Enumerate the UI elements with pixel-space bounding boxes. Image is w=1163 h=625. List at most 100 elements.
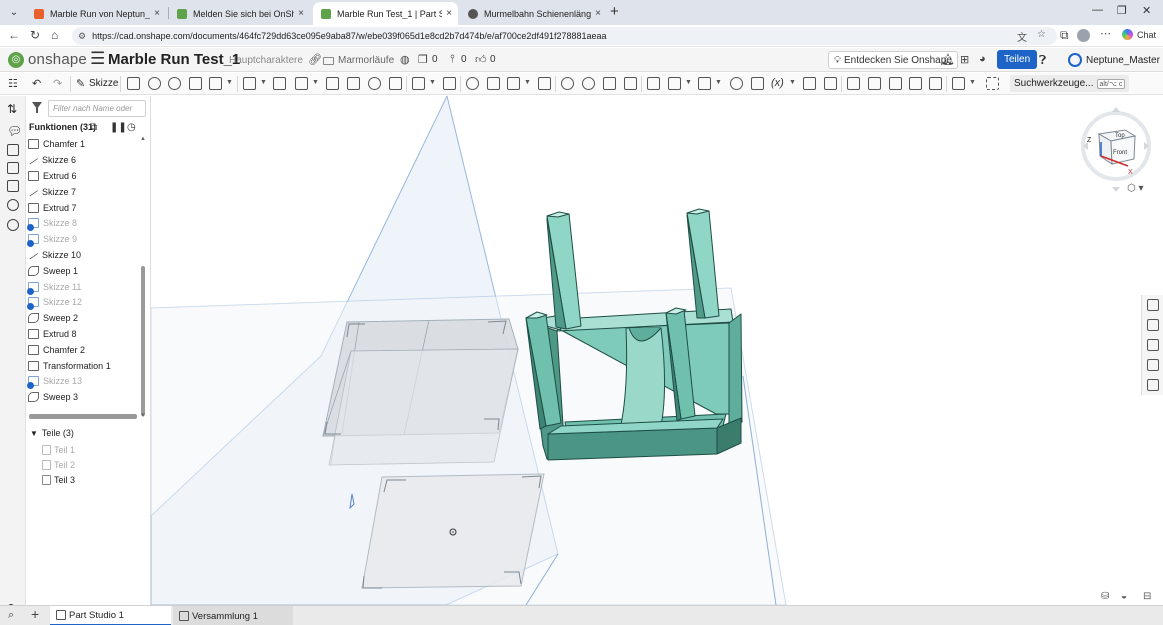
- scroll-down-icon[interactable]: ▼: [140, 413, 146, 419]
- tag-icon[interactable]: [824, 77, 837, 90]
- onshape-logo[interactable]: ◎ onshape: [8, 51, 87, 68]
- tab-search-icon[interactable]: ⌄: [5, 4, 23, 21]
- 3d-scene[interactable]: [151, 96, 1163, 605]
- feature-item[interactable]: Sweep 3: [28, 390, 78, 405]
- tab-part-studio-1[interactable]: Part Studio 1: [50, 606, 171, 625]
- browser-profile-avatar[interactable]: [1077, 29, 1090, 42]
- feature-tree-icon[interactable]: ⇅: [7, 103, 19, 116]
- transform-icon[interactable]: [507, 77, 520, 90]
- appearance-icon[interactable]: [1147, 299, 1159, 311]
- split-icon[interactable]: [487, 77, 500, 90]
- feature-list-scrollbar[interactable]: ▲ ▼: [140, 136, 146, 421]
- mass-properties-icon[interactable]: [1147, 319, 1159, 331]
- named-views-icon[interactable]: [1147, 379, 1159, 391]
- part-item[interactable]: Teil 1: [42, 442, 75, 457]
- extrude-icon[interactable]: [127, 77, 140, 90]
- draft-icon[interactable]: [295, 77, 308, 90]
- site-info-icon[interactable]: ⚙: [78, 31, 86, 42]
- sketch-button[interactable]: Skizze: [89, 78, 118, 89]
- help-icon[interactable]: ❓︎: [1039, 53, 1046, 68]
- plane-icon[interactable]: [561, 77, 574, 90]
- branch-icon[interactable]: ⫯: [450, 53, 455, 66]
- workspace-name[interactable]: Hauptcharaktere: [229, 55, 303, 66]
- feature-item[interactable]: Skizze 7: [27, 184, 76, 199]
- feature-item[interactable]: Extrud 7: [28, 200, 77, 215]
- zoom-search-icon[interactable]: [7, 219, 19, 231]
- browser-tab-login[interactable]: Melden Sie sich bei OnShape an ×: [169, 2, 310, 25]
- configurations-icon[interactable]: [1147, 339, 1159, 351]
- bom-icon[interactable]: [7, 180, 19, 192]
- feature-item[interactable]: Sweep 2: [28, 311, 78, 326]
- feature-item[interactable]: Chamfer 1: [28, 137, 85, 152]
- sweep-icon[interactable]: [168, 77, 181, 90]
- feature-item[interactable]: Sweep 1: [28, 263, 78, 278]
- tab-versammlung-1[interactable]: Versammlung 1: [173, 606, 293, 625]
- like-icon[interactable]: 👍︎: [475, 53, 487, 66]
- chevron-down-icon[interactable]: ▼: [685, 79, 692, 86]
- browser-tab-marble-run[interactable]: Marble Run von Neptun_Master | ... ×: [26, 2, 166, 25]
- chevron-down-icon[interactable]: ▼: [429, 79, 436, 86]
- shell-icon[interactable]: [347, 77, 360, 90]
- document-menu-icon[interactable]: ☰: [90, 49, 105, 69]
- public-globe-icon[interactable]: ◍: [400, 53, 410, 66]
- comments-icon[interactable]: 💬︎: [7, 125, 22, 138]
- add-custom-feature-icon[interactable]: [986, 77, 999, 90]
- boolean-icon[interactable]: [466, 77, 479, 90]
- feature-filter-input[interactable]: Filter nach Name oder: [48, 100, 146, 117]
- flange-icon[interactable]: [668, 77, 681, 90]
- redo-icon[interactable]: ↷: [53, 77, 62, 90]
- hole-icon[interactable]: [368, 77, 381, 90]
- feature-item[interactable]: Skizze 5: [27, 133, 76, 136]
- view-cube-arrow-down-icon[interactable]: [1112, 187, 1120, 192]
- close-tab-icon[interactable]: ×: [595, 8, 601, 19]
- versions-icon[interactable]: ❐: [418, 53, 428, 66]
- view-cube-menu-icon[interactable]: ⬡ ▾: [1127, 183, 1144, 194]
- user-menu[interactable]: Neptune_Master ▼: [1068, 53, 1163, 67]
- chevron-down-icon[interactable]: ▼: [312, 79, 319, 86]
- 3d-fit-spline-icon[interactable]: [624, 77, 637, 90]
- discover-onshape-button[interactable]: 💡︎ Entdecken Sie Onshape: [828, 51, 958, 69]
- document-title[interactable]: Marble Run Test_1: [108, 51, 240, 68]
- sheet-metal-icon[interactable]: [647, 77, 660, 90]
- chevron-down-icon[interactable]: ▼: [260, 79, 267, 86]
- part-item[interactable]: Teil 2: [42, 457, 75, 472]
- chevron-down-icon[interactable]: ▼: [226, 79, 233, 86]
- mate-connector-icon[interactable]: [582, 77, 595, 90]
- parts-header[interactable]: ▼ Teile (3): [30, 428, 74, 438]
- cylinder-icon[interactable]: [389, 77, 402, 90]
- section-icon[interactable]: ⊟: [1143, 591, 1151, 602]
- reload-icon[interactable]: ↻: [30, 28, 40, 42]
- thicken-icon[interactable]: [209, 77, 222, 90]
- share-button[interactable]: Teilen: [997, 50, 1038, 69]
- folder-breadcrumb[interactable]: Marmorläufe: [323, 55, 394, 66]
- notifications-bell-icon[interactable]: 🔔︎: [941, 53, 955, 66]
- feature-item[interactable]: Skizze 8: [27, 216, 77, 232]
- rib-icon[interactable]: [326, 77, 339, 90]
- surface-icon[interactable]: [847, 77, 860, 90]
- mirror-icon[interactable]: [443, 77, 456, 90]
- close-window-icon[interactable]: ✕: [1142, 4, 1151, 17]
- feature-item[interactable]: Skizze 10: [27, 247, 81, 262]
- browser-tab-part-studio[interactable]: Marble Run Test_1 | Part Studio 1 ×: [313, 2, 458, 25]
- feature-item[interactable]: Extrud 8: [28, 326, 77, 341]
- feature-item[interactable]: Transformation 1: [28, 358, 111, 373]
- feature-item[interactable]: Skizze 11: [27, 279, 81, 295]
- sketch-region[interactable]: [361, 473, 545, 589]
- chevron-down-icon[interactable]: ▼: [715, 79, 722, 86]
- feature-item[interactable]: Extrud 6: [28, 168, 77, 183]
- chevron-down-icon[interactable]: ▼: [789, 79, 796, 86]
- tab-manager-icon[interactable]: ⌕: [8, 609, 14, 622]
- render-studio-icon[interactable]: [1147, 359, 1159, 371]
- feature-list-hscroll[interactable]: [29, 414, 137, 419]
- pause-icon[interactable]: ❚❚: [110, 122, 127, 133]
- part-item[interactable]: Teil 3: [42, 472, 75, 487]
- home-icon[interactable]: ⌂: [51, 28, 58, 42]
- view-settings-icon[interactable]: ◒: [1121, 591, 1127, 602]
- close-tab-icon[interactable]: ×: [154, 8, 160, 19]
- maximize-icon[interactable]: ❐: [1117, 4, 1127, 17]
- view-cube-arrow-up-icon[interactable]: [1112, 107, 1120, 112]
- add-tab-icon[interactable]: +: [31, 606, 39, 622]
- back-icon[interactable]: ←: [8, 28, 20, 42]
- close-tab-icon[interactable]: ×: [298, 8, 304, 19]
- app-store-icon[interactable]: ⊞: [960, 53, 969, 66]
